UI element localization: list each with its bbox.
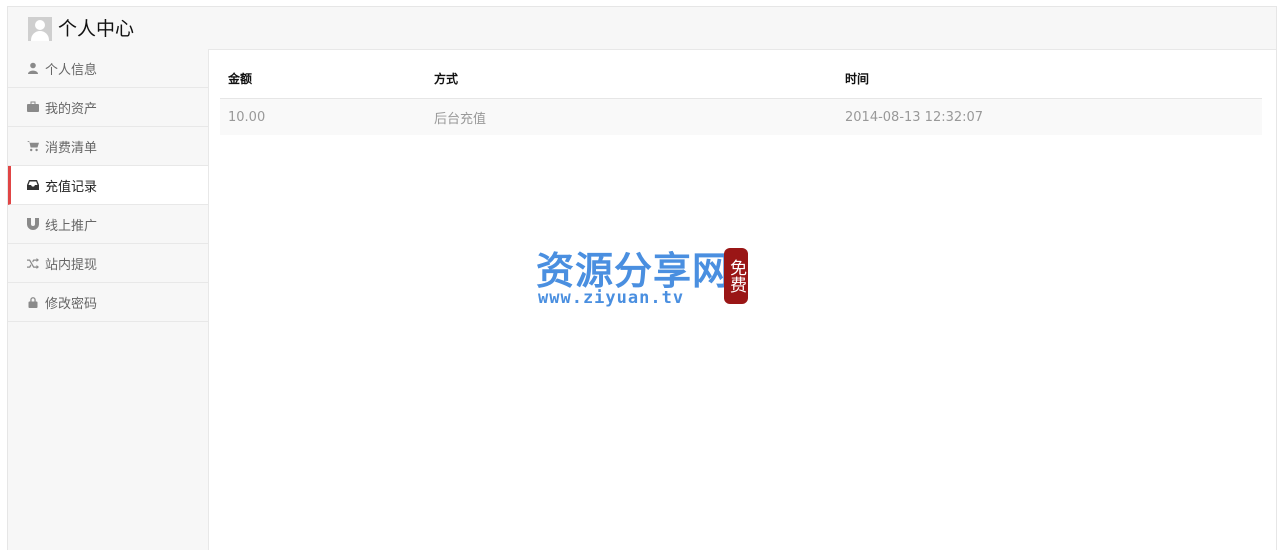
cell-method: 后台充值 [426, 98, 837, 135]
cart-icon [26, 139, 40, 153]
avatar [28, 17, 52, 41]
page-header: 个人中心 [8, 7, 1276, 50]
watermark-logo: 资源分享网 www.ziyuan.tv 免费 [536, 240, 756, 310]
sidebar-item-label: 个人信息 [45, 62, 98, 78]
sidebar-item-label: 修改密码 [45, 296, 98, 312]
sidebar-item-promotion[interactable]: 线上推广 [8, 205, 208, 244]
cell-amount: 10.00 [220, 98, 426, 135]
sidebar: 个人信息 我的资产 消费清单 充值记录 线上推广 站内提现 修改密码 [8, 49, 209, 550]
watermark-stamp-text: 免费 [726, 259, 746, 293]
shuffle-icon [26, 256, 40, 270]
sidebar-item-change-password[interactable]: 修改密码 [8, 283, 208, 322]
sidebar-item-label: 充值记录 [45, 179, 98, 195]
sidebar-item-label: 我的资产 [45, 101, 98, 117]
inbox-icon [26, 178, 40, 192]
sidebar-item-withdraw[interactable]: 站内提现 [8, 244, 208, 283]
watermark-title: 资源分享网 [536, 248, 732, 293]
sidebar-item-label: 消费清单 [45, 140, 98, 156]
recharge-table: 金额 方式 时间 10.00 后台充值 2014-08-13 12:32:07 [220, 58, 1262, 135]
column-header-method: 方式 [426, 58, 837, 99]
cell-time: 2014-08-13 12:32:07 [837, 98, 1262, 135]
briefcase-icon [26, 100, 40, 114]
sidebar-item-assets[interactable]: 我的资产 [8, 88, 208, 127]
sidebar-item-label: 站内提现 [45, 257, 98, 273]
main-content: 金额 方式 时间 10.00 后台充值 2014-08-13 12:32:07 [220, 58, 1262, 135]
sidebar-item-consumption[interactable]: 消费清单 [8, 127, 208, 166]
watermark-url: www.ziyuan.tv [538, 288, 685, 308]
watermark-stamp: 免费 [724, 248, 748, 304]
table-header-row: 金额 方式 时间 [220, 58, 1262, 99]
page-title: 个人中心 [58, 18, 135, 40]
column-header-time: 时间 [837, 58, 1262, 99]
sidebar-item-profile[interactable]: 个人信息 [8, 49, 208, 88]
sidebar-item-recharge[interactable]: 充值记录 [8, 166, 208, 205]
sidebar-item-label: 线上推广 [45, 218, 98, 234]
table-row: 10.00 后台充值 2014-08-13 12:32:07 [220, 98, 1262, 135]
magnet-icon [26, 217, 40, 231]
user-icon [26, 61, 40, 75]
lock-icon [26, 295, 40, 309]
column-header-amount: 金额 [220, 58, 426, 99]
